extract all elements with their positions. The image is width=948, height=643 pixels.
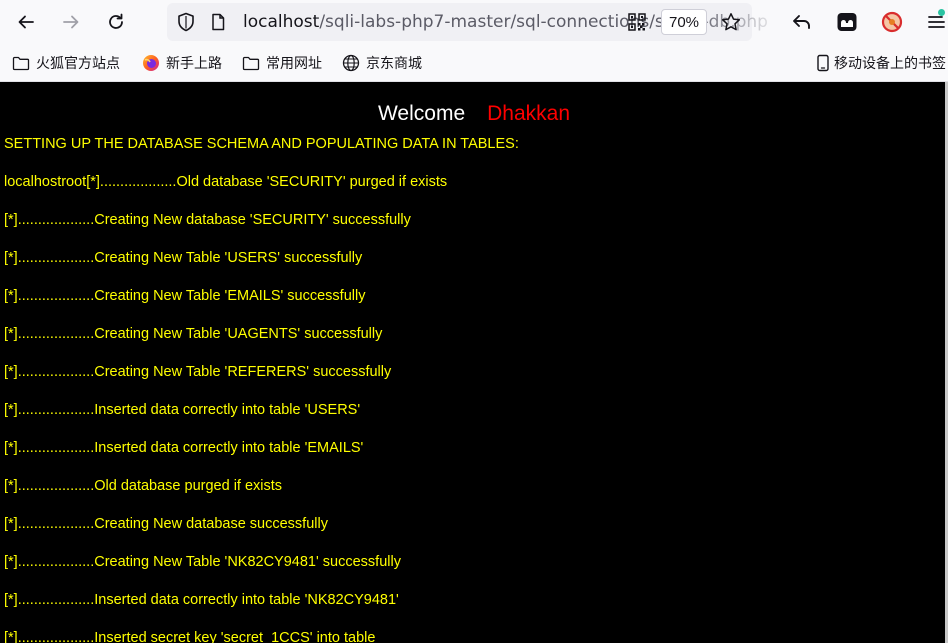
bookmark-item[interactable]: 新手上路 xyxy=(142,52,222,74)
mobile-bookmarks-folder[interactable]: 移动设备上的书签 xyxy=(814,52,946,74)
bookmark-label: 京东商城 xyxy=(366,56,422,72)
update-badge xyxy=(938,9,945,16)
reload-icon xyxy=(109,13,123,29)
bookmark-item[interactable]: 火狐官方站点 xyxy=(12,52,120,74)
user-name: Dhakkan xyxy=(487,102,571,125)
mobile-device-icon xyxy=(817,54,829,72)
welcome-heading: Welcome Dhakkan xyxy=(0,100,948,128)
mobile-bookmarks-label: 移动设备上的书签 xyxy=(834,56,946,72)
qr-code-icon[interactable] xyxy=(627,12,647,32)
back-arrow-icon xyxy=(18,15,34,29)
bookmark-item[interactable]: 京东商城 xyxy=(342,52,422,74)
bookmark-label: 常用网址 xyxy=(266,56,322,72)
browser-toolbar: localhost/sqli-labs-php7-master/sql-conn… xyxy=(0,0,948,44)
log-line: [*]...................Creating New Table… xyxy=(4,364,392,380)
log-line: [*]...................Creating New Table… xyxy=(4,554,401,570)
log-line: [*]...................Creating New datab… xyxy=(4,212,411,228)
folder-icon xyxy=(242,56,260,71)
log-line: [*]...................Inserted data corr… xyxy=(4,592,399,608)
zoom-level-button[interactable]: 70% xyxy=(661,9,707,35)
globe-icon xyxy=(342,54,360,72)
page-content: Welcome Dhakkan SETTING UP THE DATABASE S… xyxy=(0,82,948,643)
undo-arrow-icon[interactable] xyxy=(790,10,814,34)
log-line: [*]...................Creating New Table… xyxy=(4,326,383,342)
bookmark-label: 新手上路 xyxy=(166,56,222,72)
bookmarks-toolbar: 火狐官方站点 新手上路 常用网址 京东商城 移动设备上的书签 xyxy=(0,44,948,82)
bookmark-label: 火狐官方站点 xyxy=(36,56,120,72)
bookmark-item[interactable]: 常用网址 xyxy=(242,52,322,74)
log-line: [*]...................Inserted data corr… xyxy=(4,440,364,456)
back-button[interactable] xyxy=(10,6,42,38)
folder-icon xyxy=(12,56,30,71)
tracking-protection-shield-icon[interactable] xyxy=(175,11,197,33)
forward-arrow-icon xyxy=(63,15,79,29)
firefox-icon xyxy=(143,55,159,71)
url-host: localhost xyxy=(243,12,320,32)
log-line: localhostroot[*]...................Old d… xyxy=(4,174,448,190)
log-line: [*]...................Inserted secret ke… xyxy=(4,630,376,643)
welcome-text: Welcome xyxy=(377,102,466,125)
log-line: [*]...................Creating New Table… xyxy=(4,288,366,304)
bookmark-star-icon[interactable] xyxy=(720,11,742,33)
page-info-icon[interactable] xyxy=(208,12,228,32)
log-line: [*]...................Inserted data corr… xyxy=(4,402,361,418)
reload-button[interactable] xyxy=(100,6,132,38)
log-line: [*]...................Old database purge… xyxy=(4,478,283,494)
log-line: [*]...................Creating New datab… xyxy=(4,516,328,532)
blocked-extension-icon[interactable] xyxy=(880,10,904,34)
log-line: [*]...................Creating New Table… xyxy=(4,250,363,266)
setup-heading: SETTING UP THE DATABASE SCHEMA AND POPUL… xyxy=(4,136,519,152)
extension-icon[interactable] xyxy=(835,10,859,34)
address-bar[interactable]: localhost/sqli-labs-php7-master/sql-conn… xyxy=(167,3,768,41)
forward-button[interactable] xyxy=(55,6,87,38)
